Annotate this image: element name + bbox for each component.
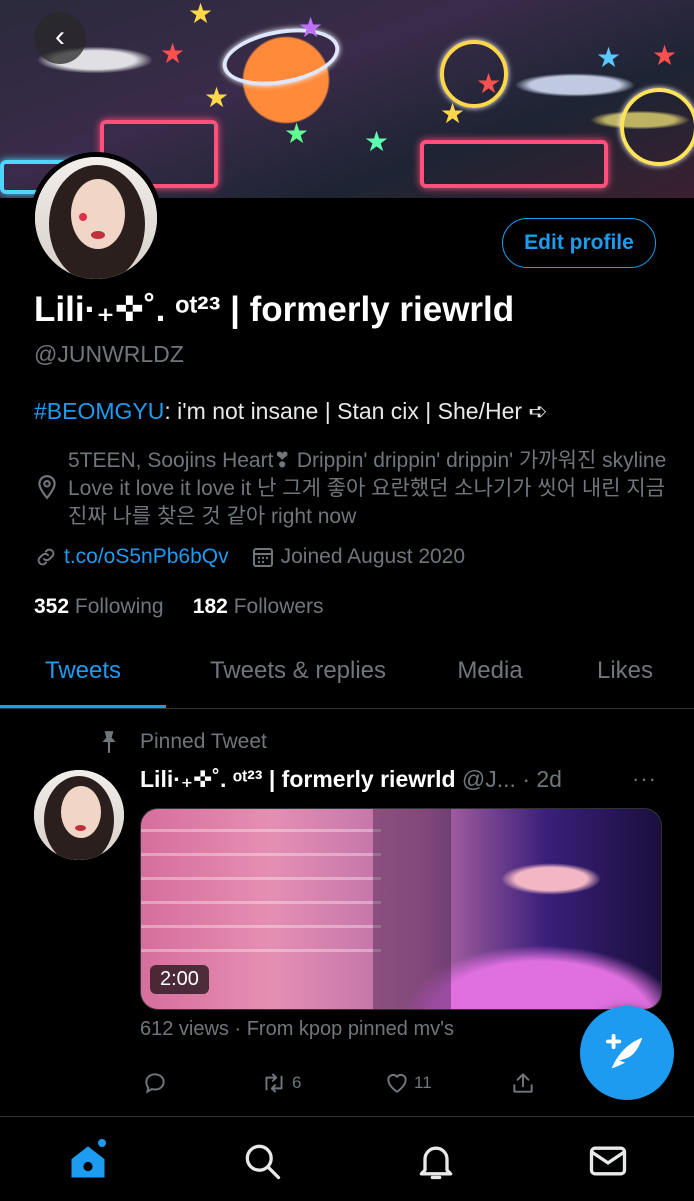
following-label: Following xyxy=(74,595,164,618)
banner-star-icon: ★ xyxy=(188,0,214,29)
retweet-icon xyxy=(265,1073,283,1093)
location-pin-icon xyxy=(38,475,56,500)
video-scene-figure xyxy=(373,809,451,1009)
banner-star-icon: ★ xyxy=(284,118,310,149)
profile-meta-row: t.co/oS5nPb6bQv Joined August 2020 xyxy=(34,545,465,569)
tweet-author-avatar[interactable] xyxy=(34,770,124,860)
tweet-author-name[interactable]: Lili·₊✜˚. ᵒᵗ²³ | formerly riewrld xyxy=(140,766,456,792)
bell-icon xyxy=(419,1146,453,1180)
share-icon xyxy=(513,1073,533,1093)
envelope-icon xyxy=(589,1146,627,1176)
like-count: 11 xyxy=(414,1073,432,1092)
banner-star-icon: ★ xyxy=(652,40,678,71)
edit-profile-button[interactable]: Edit profile xyxy=(502,218,656,268)
tab-likes[interactable]: Likes xyxy=(570,640,680,706)
display-name: Lili·₊✜˚. ᵒᵗ²³ | formerly riewrld xyxy=(34,290,515,329)
video-scene-line xyxy=(141,949,381,952)
share-button[interactable] xyxy=(510,1070,540,1096)
video-scene-line xyxy=(141,925,381,928)
following-link[interactable]: 352 Following xyxy=(34,595,164,618)
tweet-video[interactable] xyxy=(140,808,662,1010)
user-handle: @JUNWRLDZ xyxy=(34,341,184,367)
home-notification-dot xyxy=(98,1139,106,1147)
follow-counts: 352 Following 182 Followers xyxy=(34,595,324,619)
banner-star-icon: ★ xyxy=(298,12,324,43)
tweet-timestamp[interactable]: · 2d xyxy=(522,766,562,792)
joined-date: Joined August 2020 xyxy=(280,545,466,568)
video-scene-line xyxy=(141,877,381,880)
profile-url-link[interactable]: t.co/oS5nPb6bQv xyxy=(64,545,229,569)
video-views: 612 views · From kpop pinned mv's xyxy=(140,1018,454,1040)
back-button[interactable]: ‹ xyxy=(34,12,86,64)
tweet-author-handle[interactable]: @J... xyxy=(462,766,516,792)
video-scene-line xyxy=(141,901,381,904)
banner-star-icon: ★ xyxy=(204,82,230,113)
pin-icon xyxy=(102,731,116,753)
banner-planet-ring xyxy=(218,20,344,94)
bio: #BEOMGYU: i'm not insane | Stan cix | Sh… xyxy=(34,398,548,425)
tab-media[interactable]: Media xyxy=(430,640,550,706)
search-icon xyxy=(245,1144,281,1180)
video-scene-line xyxy=(141,829,381,832)
more-options-icon[interactable]: ··· xyxy=(632,766,657,792)
following-count: 352 xyxy=(34,595,70,618)
profile-location: 5TEEN, Soojins Heart❣ Drippin' drippin' … xyxy=(68,449,667,528)
followers-count: 182 xyxy=(192,595,228,618)
avatar-lips xyxy=(75,825,86,831)
banner-star-icon: ★ xyxy=(440,98,466,129)
reply-button[interactable] xyxy=(142,1070,172,1096)
tweet-header: Lili·₊✜˚. ᵒᵗ²³ | formerly riewrld @J... … xyxy=(140,766,660,793)
pinned-text: Pinned Tweet xyxy=(140,730,267,753)
nav-notifications[interactable] xyxy=(414,1139,458,1183)
followers-link[interactable]: 182 Followers xyxy=(193,595,324,618)
banner-star-icon: ★ xyxy=(596,42,622,73)
retweet-count: 6 xyxy=(292,1073,302,1092)
banner-star-icon: ★ xyxy=(364,126,390,157)
banner-neon-ring xyxy=(620,88,694,166)
nav-messages[interactable] xyxy=(586,1139,630,1183)
tweet-actions: 6 11 xyxy=(140,1070,600,1106)
bio-hashtag-link[interactable]: #BEOMGYU xyxy=(34,398,164,424)
avatar-lips xyxy=(91,231,105,239)
followers-label: Followers xyxy=(233,595,324,618)
pinned-tweet-label: Pinned Tweet xyxy=(96,729,267,755)
calendar-icon xyxy=(252,548,273,567)
banner-star-icon: ★ xyxy=(476,68,502,99)
tab-tweets[interactable]: Tweets xyxy=(0,640,166,706)
retweet-button[interactable]: 6 xyxy=(260,1070,301,1096)
tab-tweets-replies[interactable]: Tweets & replies xyxy=(180,640,416,706)
profile-tabs: Tweets Tweets & replies Media Likes xyxy=(0,640,694,709)
compose-tweet-button[interactable] xyxy=(580,1006,674,1100)
compose-feather-icon xyxy=(605,1033,643,1069)
profile-avatar[interactable] xyxy=(30,152,162,284)
like-button[interactable]: 11 xyxy=(384,1070,432,1096)
heart-icon xyxy=(387,1073,407,1093)
banner-neon-shape xyxy=(420,140,608,188)
active-tab-indicator xyxy=(0,705,166,708)
nav-home[interactable] xyxy=(66,1139,110,1183)
reply-icon xyxy=(145,1073,165,1094)
video-scene-line xyxy=(141,853,381,856)
banner-star-icon: ★ xyxy=(160,38,186,69)
nav-search[interactable] xyxy=(240,1139,284,1183)
bottom-navigation xyxy=(0,1116,694,1201)
bio-text: : i'm not insane | Stan cix | She/Her ➪ xyxy=(164,398,548,424)
video-duration: 2:00 xyxy=(150,965,209,994)
link-icon xyxy=(37,548,55,566)
avatar-heart-mark xyxy=(79,213,87,221)
back-chevron-icon: ‹ xyxy=(55,20,65,53)
